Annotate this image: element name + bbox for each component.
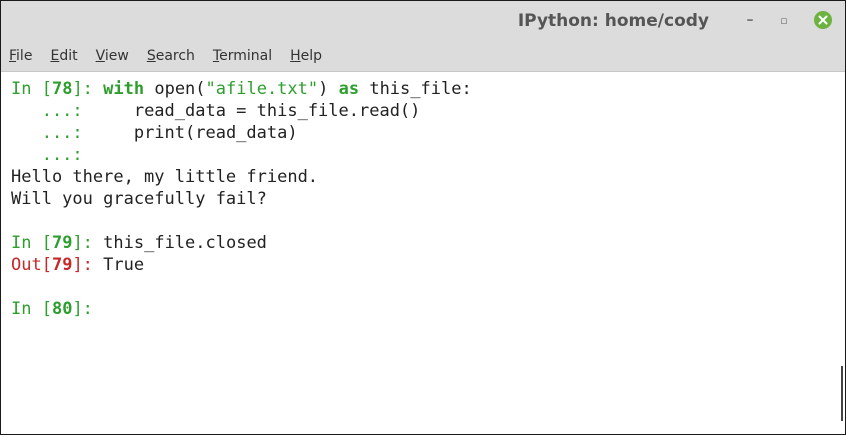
output-line: Hello there, my little friend.	[11, 167, 319, 187]
close-button[interactable]	[813, 10, 833, 30]
menu-search[interactable]: Search	[147, 48, 195, 64]
menu-edit[interactable]: Edit	[50, 48, 77, 64]
menu-help[interactable]: Help	[290, 48, 322, 64]
minimize-button[interactable]: –	[739, 9, 761, 31]
maximize-button[interactable]: ▫	[773, 9, 795, 31]
menu-view[interactable]: View	[96, 48, 129, 64]
menu-bar: File Edit View Search Terminal Help	[1, 41, 845, 72]
menu-file[interactable]: File	[9, 48, 32, 64]
output-line-79: Out[79]: True	[11, 255, 145, 275]
continuation-line: ...: read_data = this_file.read()	[11, 101, 421, 121]
continuation-line: ...: print(read_data)	[11, 123, 298, 143]
input-line-80: In [80]:	[11, 299, 93, 319]
scrollbar[interactable]	[841, 366, 843, 421]
menu-terminal[interactable]: Terminal	[213, 48, 272, 64]
title-bar[interactable]: IPython: home/cody – ▫	[1, 1, 845, 41]
input-line-78: In [78]: with open("afile.txt") as this_…	[11, 79, 472, 99]
terminal-window: IPython: home/cody – ▫ File Edit View Se…	[0, 0, 846, 435]
window-title: IPython: home/cody	[517, 11, 709, 31]
close-icon	[814, 11, 832, 29]
terminal-output[interactable]: In [78]: with open("afile.txt") as this_…	[1, 72, 845, 434]
input-line-79: In [79]: this_file.closed	[11, 233, 267, 253]
continuation-line: ...:	[11, 145, 83, 165]
output-line: Will you gracefully fail?	[11, 189, 267, 209]
